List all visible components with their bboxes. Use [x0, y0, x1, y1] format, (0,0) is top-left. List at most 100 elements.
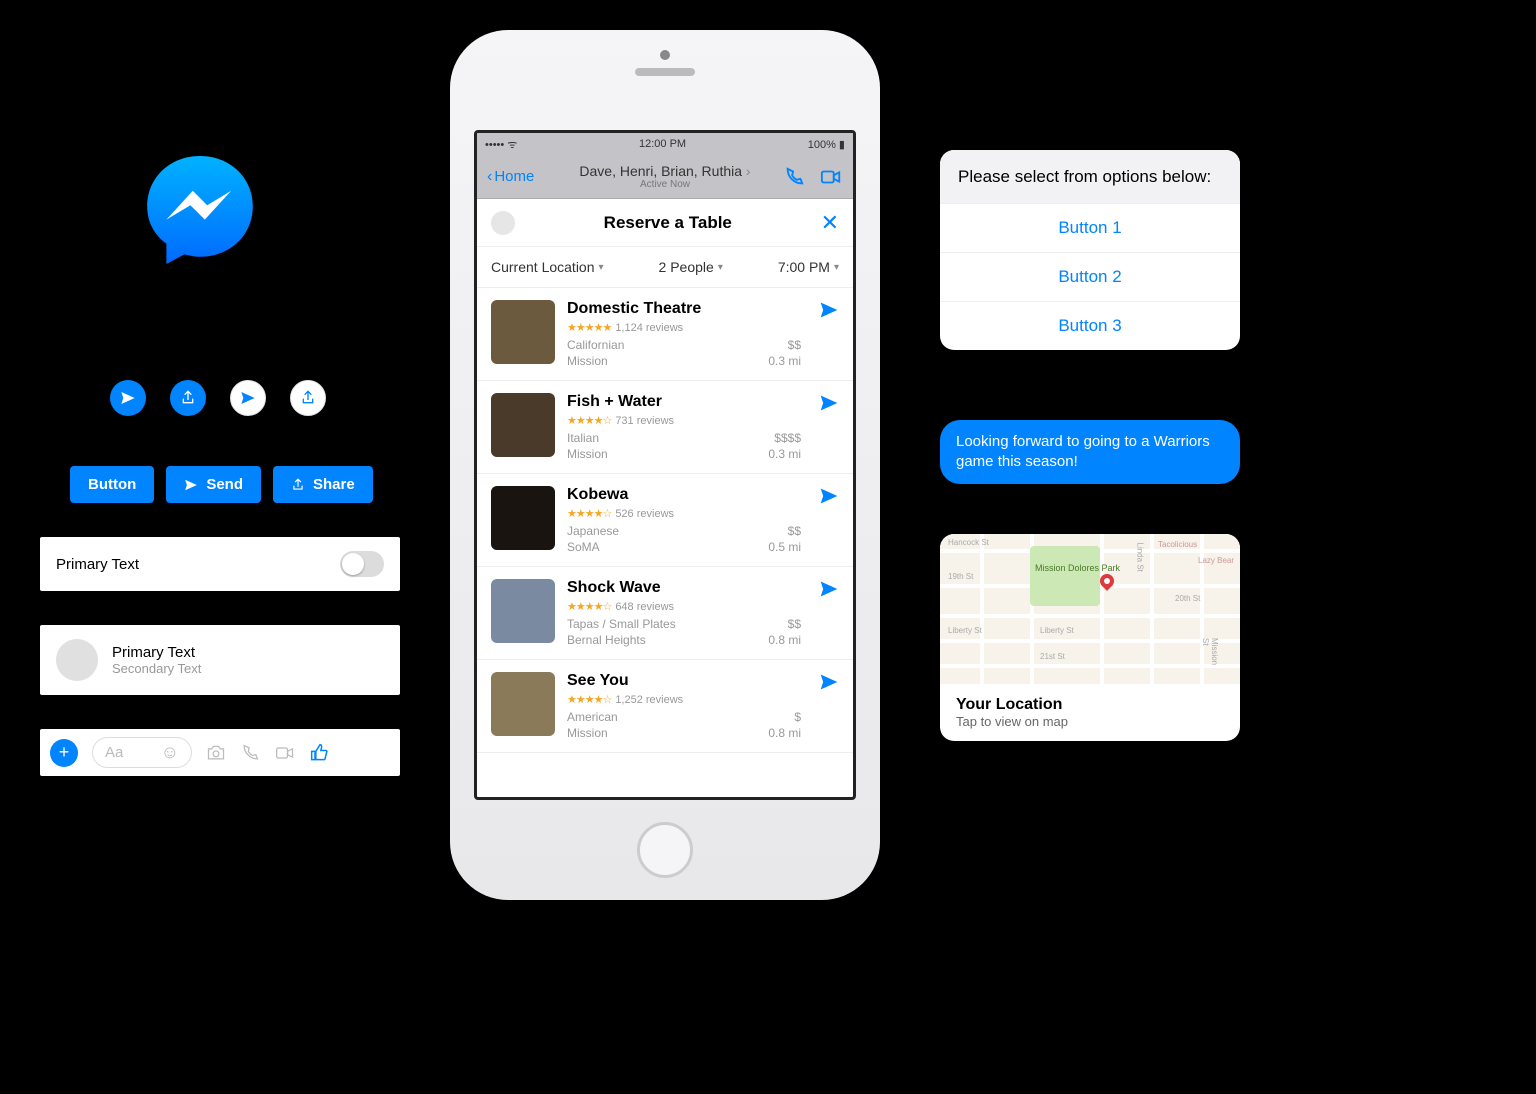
options-prompt: Please select from options below:	[940, 150, 1240, 203]
share-circle-button-blue[interactable]	[170, 380, 206, 416]
review-count: 648 reviews	[615, 601, 674, 613]
map-card[interactable]: Mission Dolores Park Hancock St 19th St …	[940, 534, 1240, 741]
restaurant-cuisine: Tapas / Small Plates	[567, 617, 676, 631]
send-restaurant-button[interactable]	[819, 393, 839, 413]
restaurant-list[interactable]: Domestic Theatre★★★★★1,124 reviewsCalifo…	[477, 288, 853, 797]
map-street-label: 21st St	[1040, 652, 1065, 661]
restaurant-name: Kobewa	[567, 486, 801, 504]
icon-button-row	[110, 380, 400, 416]
filter-people[interactable]: 2 People ▾	[659, 259, 723, 275]
emoji-icon[interactable]: ☺	[161, 742, 179, 763]
restaurant-price: $$	[788, 617, 801, 631]
map-street-label: 19th St	[948, 572, 973, 581]
star-rating: ★★★★☆	[567, 415, 611, 427]
send-restaurant-button[interactable]	[819, 579, 839, 599]
filter-time[interactable]: 7:00 PM ▾	[778, 259, 839, 275]
review-count: 526 reviews	[615, 508, 674, 520]
toggle-row: Primary Text	[40, 537, 400, 591]
restaurant-thumb	[491, 486, 555, 550]
review-count: 1,252 reviews	[615, 694, 683, 706]
map-title: Your Location	[956, 696, 1224, 714]
restaurant-thumb	[491, 300, 555, 364]
star-rating: ★★★★★	[567, 322, 611, 334]
restaurant-item[interactable]: See You★★★★☆1,252 reviewsAmerican$Missio…	[477, 660, 853, 753]
restaurant-cuisine: American	[567, 710, 618, 724]
video-icon[interactable]	[274, 743, 296, 763]
list-item[interactable]: Primary Text Secondary Text	[40, 625, 400, 695]
restaurant-name: Shock Wave	[567, 579, 801, 597]
send-restaurant-button[interactable]	[819, 672, 839, 692]
generic-button[interactable]: Button	[70, 466, 154, 503]
messenger-logo-icon	[140, 150, 260, 270]
restaurant-hood: SoMA	[567, 540, 600, 554]
send-restaurant-button[interactable]	[819, 300, 839, 320]
share-circle-button-white[interactable]	[290, 380, 326, 416]
map-street-label: Liberty St	[948, 626, 982, 635]
send-icon	[184, 478, 198, 492]
star-rating: ★★★★☆	[567, 601, 611, 613]
restaurant-item[interactable]: Domestic Theatre★★★★★1,124 reviewsCalifo…	[477, 288, 853, 381]
map-subtitle: Tap to view on map	[956, 714, 1224, 729]
filter-location[interactable]: Current Location ▾	[491, 259, 604, 275]
back-button[interactable]: ‹Home	[487, 168, 534, 186]
panel-title: Reserve a Table	[515, 213, 821, 233]
review-count: 731 reviews	[615, 415, 674, 427]
restaurant-cuisine: Californian	[567, 338, 624, 352]
add-button[interactable]: +	[50, 739, 78, 767]
status-time: 12:00 PM	[639, 138, 686, 150]
filter-time-label: 7:00 PM	[778, 259, 830, 275]
restaurant-name: Fish + Water	[567, 393, 801, 411]
restaurant-price: $	[794, 710, 801, 724]
toggle-switch[interactable]	[340, 551, 384, 577]
restaurant-price: $$$$	[774, 431, 801, 445]
composer-input[interactable]: Aa ☺	[92, 737, 192, 768]
filter-people-label: 2 People	[659, 259, 714, 275]
restaurant-thumb	[491, 672, 555, 736]
map-poi-label: Tacolicious	[1158, 540, 1197, 549]
button-label: Button	[88, 476, 136, 493]
restaurant-distance: 0.3 mi	[768, 447, 801, 461]
close-button[interactable]: ✕	[821, 210, 839, 236]
avatar	[56, 639, 98, 681]
video-icon[interactable]	[819, 166, 843, 188]
share-button[interactable]: Share	[273, 466, 373, 503]
status-bar: ••••• ᯤ 12:00 PM 100% ▮	[477, 133, 853, 155]
restaurant-item[interactable]: Fish + Water★★★★☆731 reviewsItalian$$$$M…	[477, 381, 853, 474]
filter-row: Current Location ▾ 2 People ▾ 7:00 PM ▾	[477, 247, 853, 288]
restaurant-hood: Mission	[567, 726, 608, 740]
map-street-label: Linda St	[1136, 543, 1145, 572]
restaurant-hood: Mission	[567, 354, 608, 368]
call-icon[interactable]	[240, 743, 260, 763]
chat-bubble: Looking forward to going to a Warriors g…	[940, 420, 1240, 485]
restaurant-item[interactable]: Shock Wave ★★★★☆ 648 reviews Tapas / Small …	[477, 567, 853, 660]
like-icon[interactable]	[310, 743, 330, 763]
option-button[interactable]: Button 1	[940, 203, 1240, 252]
share-icon	[180, 390, 196, 406]
restaurant-item[interactable]: Kobewa★★★★☆526 reviewsJapanese$$SoMA0.5 …	[477, 474, 853, 567]
phone-mockup: ••••• ᯤ 12:00 PM 100% ▮ ‹Home Dave, Henr…	[450, 30, 880, 900]
nav-subtitle: Active Now	[579, 179, 750, 190]
call-icon[interactable]	[783, 166, 805, 188]
option-button[interactable]: Button 3	[940, 301, 1240, 350]
filter-location-label: Current Location	[491, 259, 595, 275]
restaurant-thumb	[491, 393, 555, 457]
toggle-row-label: Primary Text	[56, 556, 139, 573]
option-button[interactable]: Button 2	[940, 252, 1240, 301]
nav-bar: ‹Home Dave, Henri, Brian, Ruthia › Activ…	[477, 155, 853, 199]
camera-icon[interactable]	[206, 743, 226, 763]
home-button[interactable]	[637, 822, 693, 878]
nav-title: Dave, Henri, Brian, Ruthia	[579, 163, 742, 179]
send-button[interactable]: Send	[166, 466, 261, 503]
send-circle-button-white[interactable]	[230, 380, 266, 416]
send-circle-button-blue[interactable]	[110, 380, 146, 416]
restaurant-distance: 0.8 mi	[768, 726, 801, 740]
restaurant-distance: 0.3 mi	[768, 354, 801, 368]
map-poi-label: Lazy Bear	[1198, 556, 1234, 565]
chevron-down-icon: ▾	[599, 262, 604, 273]
restaurant-cuisine: Japanese	[567, 524, 619, 538]
restaurant-price: $$	[788, 524, 801, 538]
restaurant-hood: Bernal Heights	[567, 633, 646, 647]
map-preview: Mission Dolores Park Hancock St 19th St …	[940, 534, 1240, 684]
send-restaurant-button[interactable]	[819, 486, 839, 506]
restaurant-hood: Mission	[567, 447, 608, 461]
